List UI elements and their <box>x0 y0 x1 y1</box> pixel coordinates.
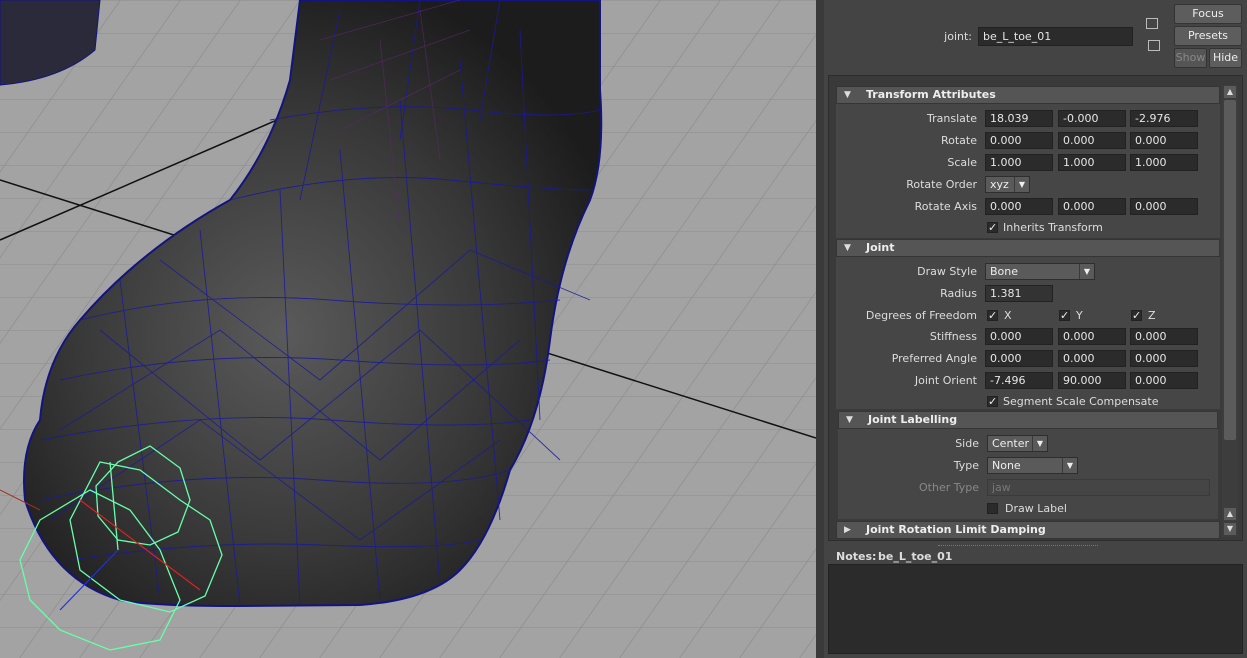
type-label: Type <box>953 459 979 472</box>
dropdown-arrow-icon: ▼ <box>1014 177 1029 192</box>
scroll-up-small-icon[interactable]: ▲ <box>1224 508 1236 520</box>
notes-node-name: be_L_toe_01 <box>878 550 953 563</box>
joint-header[interactable]: ▼ Joint <box>836 239 1220 257</box>
preferred-angle-x-field[interactable]: 0.000 <box>985 350 1053 367</box>
draw-style-label: Draw Style <box>917 265 977 278</box>
joint-name-field[interactable]: be_L_toe_01 <box>978 27 1133 46</box>
viewport-scene <box>0 0 816 658</box>
dof-x-label: X <box>1004 309 1012 322</box>
draw-style-dropdown[interactable]: Bone ▼ <box>985 263 1095 280</box>
joint-orient-z-field[interactable]: 0.000 <box>1130 372 1198 389</box>
hide-button[interactable]: Hide <box>1209 48 1242 68</box>
dof-x-checkbox[interactable]: ✓ <box>987 310 998 321</box>
checkmark-icon: ✓ <box>988 309 998 322</box>
checkmark-icon: ✓ <box>988 221 998 234</box>
translate-z-field[interactable]: -2.976 <box>1130 110 1198 127</box>
notes-textarea[interactable] <box>828 564 1243 654</box>
scrollbar-thumb[interactable] <box>1224 100 1236 440</box>
collapse-triangle-icon: ▼ <box>844 90 851 100</box>
other-type-field[interactable]: jaw <box>987 479 1210 496</box>
draw-label-checkbox[interactable] <box>987 503 998 514</box>
rotate-axis-y-field[interactable]: 0.000 <box>1058 198 1126 215</box>
show-button[interactable]: Show <box>1174 48 1207 68</box>
presets-button[interactable]: Presets <box>1174 26 1242 46</box>
collapse-triangle-icon: ▼ <box>844 243 851 253</box>
dropdown-arrow-icon: ▼ <box>1079 264 1094 279</box>
translate-x-field[interactable]: 18.039 <box>985 110 1053 127</box>
dof-z-label: Z <box>1148 309 1156 322</box>
joint-rotation-limit-damping-header[interactable]: ▶ Joint Rotation Limit Damping <box>836 521 1220 539</box>
joint-orient-y-field[interactable]: 90.000 <box>1058 372 1126 389</box>
transform-attributes-header[interactable]: ▼ Transform Attributes <box>836 86 1220 104</box>
dof-y-checkbox[interactable]: ✓ <box>1059 310 1070 321</box>
rotate-axis-x-field[interactable]: 0.000 <box>985 198 1053 215</box>
joint-labelling-header[interactable]: ▼ Joint Labelling <box>838 411 1218 429</box>
viewport-3d[interactable] <box>0 0 816 658</box>
scroll-down-icon[interactable]: ▼ <box>1224 523 1236 535</box>
segment-scale-compensate-checkbox[interactable]: ✓ <box>987 396 998 407</box>
checkmark-icon: ✓ <box>1132 309 1142 322</box>
scale-y-field[interactable]: 1.000 <box>1058 154 1126 171</box>
scroll-up-icon[interactable]: ▲ <box>1224 86 1236 98</box>
radius-field[interactable]: 1.381 <box>985 285 1053 302</box>
side-label: Side <box>955 437 979 450</box>
preferred-angle-y-field[interactable]: 0.000 <box>1058 350 1126 367</box>
joint-orient-x-field[interactable]: -7.496 <box>985 372 1053 389</box>
rotate-z-field[interactable]: 0.000 <box>1130 132 1198 149</box>
stiffness-y-field[interactable]: 0.000 <box>1058 328 1126 345</box>
preferred-angle-z-field[interactable]: 0.000 <box>1130 350 1198 367</box>
rotate-y-field[interactable]: 0.000 <box>1058 132 1126 149</box>
joint-label: joint: <box>944 30 972 43</box>
translate-label: Translate <box>927 112 977 125</box>
dropdown-arrow-icon: ▼ <box>1032 436 1047 451</box>
rotate-order-dropdown[interactable]: xyz ▼ <box>985 176 1030 193</box>
rotate-label: Rotate <box>940 134 977 147</box>
dof-y-label: Y <box>1076 309 1083 322</box>
rotate-order-label: Rotate Order <box>906 178 977 191</box>
rotate-axis-label: Rotate Axis <box>914 200 977 213</box>
stiffness-z-field[interactable]: 0.000 <box>1130 328 1198 345</box>
stiffness-label: Stiffness <box>929 330 977 343</box>
stiffness-x-field[interactable]: 0.000 <box>985 328 1053 345</box>
panel-splitter[interactable] <box>816 0 824 658</box>
expand-triangle-icon: ▶ <box>844 525 851 535</box>
scale-x-field[interactable]: 1.000 <box>985 154 1053 171</box>
draw-label-label: Draw Label <box>1005 502 1067 515</box>
preferred-angle-label: Preferred Angle <box>891 352 977 365</box>
segment-scale-compensate-label: Segment Scale Compensate <box>1003 395 1159 408</box>
load-attribute-icon[interactable] <box>1146 18 1158 29</box>
scale-z-field[interactable]: 1.000 <box>1130 154 1198 171</box>
rotate-axis-z-field[interactable]: 0.000 <box>1130 198 1198 215</box>
inherits-transform-checkbox[interactable]: ✓ <box>987 222 998 233</box>
dof-label: Degrees of Freedom <box>865 309 977 322</box>
joint-orient-label: Joint Orient <box>914 374 977 387</box>
radius-label: Radius <box>940 287 977 300</box>
rotate-x-field[interactable]: 0.000 <box>985 132 1053 149</box>
side-dropdown[interactable]: Center ▼ <box>987 435 1048 452</box>
checkmark-icon: ✓ <box>1060 309 1070 322</box>
checkmark-icon: ✓ <box>988 395 998 408</box>
translate-y-field[interactable]: -0.000 <box>1058 110 1126 127</box>
scale-label: Scale <box>947 156 977 169</box>
focus-button[interactable]: Focus <box>1174 4 1242 24</box>
type-dropdown[interactable]: None ▼ <box>987 457 1078 474</box>
collapse-triangle-icon: ▼ <box>846 415 853 425</box>
pane-divider-handle[interactable] <box>938 545 1098 549</box>
copy-tab-icon[interactable] <box>1148 40 1160 51</box>
notes-label: Notes: <box>836 550 877 563</box>
dof-z-checkbox[interactable]: ✓ <box>1131 310 1142 321</box>
other-type-label: Other Type <box>919 481 979 494</box>
dropdown-arrow-icon: ▼ <box>1062 458 1077 473</box>
inherits-transform-label: Inherits Transform <box>1003 221 1103 234</box>
